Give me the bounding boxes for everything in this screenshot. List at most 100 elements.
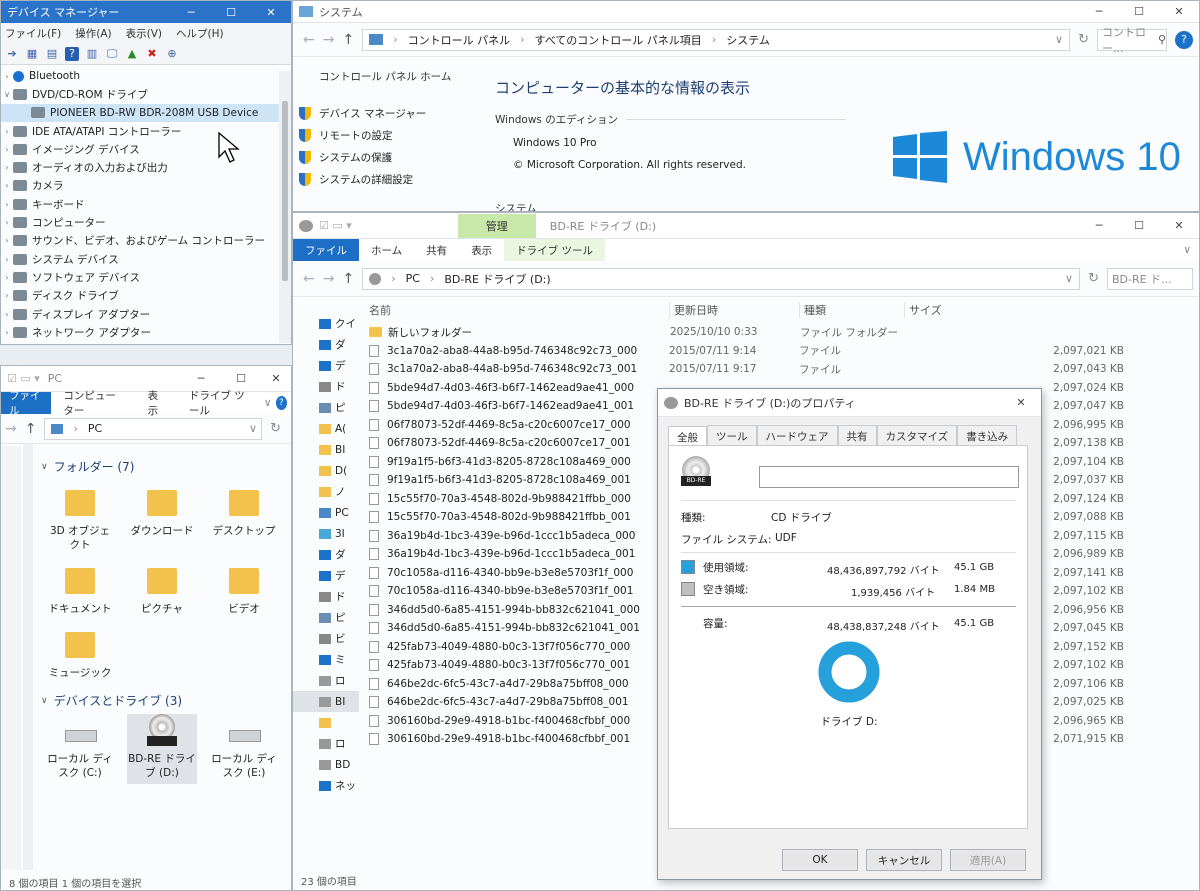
apply-button[interactable]: 適用(A) xyxy=(950,849,1026,871)
chevron-right-icon[interactable]: › xyxy=(1,72,13,81)
chevron-right-icon[interactable]: › xyxy=(1,255,13,264)
devices-group-header[interactable]: ∨ デバイスとドライブ (3) xyxy=(41,692,182,709)
breadcrumb-drive-d[interactable]: BD-RE ドライブ (D:) xyxy=(444,271,550,287)
chevron-down-icon[interactable]: ∨ xyxy=(1065,272,1073,285)
close-button[interactable]: ✕ xyxy=(251,6,291,19)
file-row[interactable]: 3c1a70a2-aba8-44a8-b95d-746348c92c73_001… xyxy=(369,360,1199,379)
folder-item[interactable]: ダウンロード xyxy=(127,486,197,538)
device-tree-node[interactable]: › イメージング デバイス xyxy=(1,140,291,158)
close-button[interactable]: ✕ xyxy=(1159,219,1199,232)
nav-pane-item[interactable]: ノ xyxy=(293,481,359,502)
help-icon[interactable]: ? xyxy=(65,46,79,61)
quick-access-toolbar-icon[interactable]: ☑ ▭ ▾ xyxy=(319,219,352,232)
nav-pane-item[interactable]: ロ xyxy=(293,733,359,754)
minimize-button[interactable]: ─ xyxy=(1079,219,1119,232)
file-row[interactable]: 3c1a70a2-aba8-44a8-b95d-746348c92c73_000… xyxy=(369,342,1199,361)
device-tree-node[interactable]: › オーディオの入力および出力 xyxy=(1,158,291,176)
device-tree-node[interactable]: › システム デバイス xyxy=(1,250,291,268)
column-date[interactable]: 更新日時 xyxy=(669,302,799,318)
device-tree-node[interactable]: ∨ DVD/CD-ROM ドライブ xyxy=(1,85,291,103)
device-tree-node[interactable]: › コンピューター xyxy=(1,213,291,231)
nav-pane-item[interactable]: クイ xyxy=(293,313,359,334)
chevron-right-icon[interactable]: › xyxy=(1,236,13,245)
device-tree-scrollbar[interactable] xyxy=(279,71,291,343)
monitor-icon[interactable]: 🖵 xyxy=(105,47,119,61)
tab-view[interactable]: 表示 xyxy=(136,390,177,417)
folder-item[interactable]: ドキュメント xyxy=(45,564,115,616)
download-icon[interactable]: ⊕ xyxy=(165,47,179,61)
nav-pane-item[interactable]: ド xyxy=(293,586,359,607)
properties-tab[interactable]: カスタマイズ xyxy=(876,425,958,447)
menu-file[interactable]: ファイル(F) xyxy=(5,26,61,41)
column-name[interactable]: 名前 xyxy=(369,302,669,318)
tab-view[interactable]: 表示 xyxy=(459,239,504,261)
device-tree-node[interactable]: PIONEER BD-RW BDR-208M USB Device xyxy=(1,103,291,122)
minimize-button[interactable]: ─ xyxy=(171,6,211,19)
tab-home[interactable]: ホーム xyxy=(359,239,414,261)
nav-pane-item[interactable]: PC xyxy=(293,502,359,523)
close-button[interactable]: ✕ xyxy=(1159,5,1199,18)
cancel-button[interactable]: キャンセル xyxy=(866,849,942,871)
uninstall-icon[interactable]: ✖ xyxy=(145,47,159,61)
explorer-d-address-box[interactable]: › PC › BD-RE ドライブ (D:) ∨ xyxy=(362,267,1081,290)
chevron-right-icon[interactable]: › xyxy=(1,273,13,282)
chevron-right-icon[interactable]: › xyxy=(1,163,13,172)
chevron-right-icon[interactable]: › xyxy=(1,328,13,337)
explorer-pc-address-box[interactable]: › PC ∨ xyxy=(44,417,263,440)
nav-pane-item[interactable]: ビ xyxy=(293,628,359,649)
nav-pane-item[interactable]: A( xyxy=(293,418,359,439)
device-tree-node[interactable]: › ネットワーク アダプター xyxy=(1,323,291,341)
system-sidebar-link[interactable]: システムの保護 xyxy=(299,146,451,168)
drive-item[interactable]: ローカル ディスク (C:) xyxy=(45,714,115,780)
volume-label-input[interactable] xyxy=(759,466,1019,488)
column-size[interactable]: サイズ xyxy=(904,302,984,318)
drive-item[interactable]: ローカル ディスク (E:) xyxy=(209,714,279,780)
nav-pane-item[interactable]: ド xyxy=(293,376,359,397)
tab-file[interactable]: ファイル xyxy=(293,239,359,261)
column-type[interactable]: 種類 xyxy=(799,302,904,318)
device-tree-node[interactable]: › ディスク ドライブ xyxy=(1,287,291,305)
explorer-d-search-box[interactable]: BD-RE ド... xyxy=(1107,267,1193,290)
nav-pane-item[interactable]: ダ xyxy=(293,544,359,565)
nav-pane-item[interactable]: ピ xyxy=(293,607,359,628)
device-tree-node[interactable]: › IDE ATA/ATAPI コントローラー xyxy=(1,122,291,140)
refresh-icon[interactable]: ↻ xyxy=(1078,32,1089,47)
chevron-right-icon[interactable]: › xyxy=(1,310,13,319)
system-sidebar-link[interactable]: リモートの設定 xyxy=(299,124,451,146)
view-icon[interactable]: ▤ xyxy=(45,47,59,61)
nav-pane-item[interactable] xyxy=(293,712,359,733)
refresh-icon[interactable]: ↻ xyxy=(270,421,281,436)
up-icon[interactable]: ↑ xyxy=(25,421,37,437)
back-icon[interactable]: ← xyxy=(303,271,315,287)
breadcrumb-pc[interactable]: PC xyxy=(88,422,102,435)
quick-access-toolbar-icon[interactable]: ☑ ▭ ▾ xyxy=(7,372,40,385)
tab-drive-tools[interactable]: ドライブ ツール xyxy=(177,390,264,417)
chevron-down-icon[interactable]: ∨ xyxy=(1,90,13,99)
device-tree-node[interactable]: › Bluetooth xyxy=(1,67,291,85)
system-sidebar-link[interactable]: システムの詳細設定 xyxy=(299,168,451,190)
maximize-button[interactable]: ☐ xyxy=(1119,5,1159,18)
folder-item[interactable]: デスクトップ xyxy=(209,486,279,538)
tab-computer[interactable]: コンピューター xyxy=(51,390,135,417)
folder-item[interactable]: ビデオ xyxy=(209,564,279,616)
device-tree-node[interactable]: › サウンド、ビデオ、およびゲーム コントローラー xyxy=(1,232,291,250)
refresh-icon[interactable]: ↻ xyxy=(1088,271,1099,286)
file-row[interactable]: 新しいフォルダー 2025/10/10 0:33 ファイル フォルダー xyxy=(369,323,1199,342)
forward-icon[interactable]: → xyxy=(323,271,335,287)
chevron-right-icon[interactable]: › xyxy=(1,200,13,209)
breadcrumb-control-panel[interactable]: コントロール パネル xyxy=(408,32,511,48)
tab-file[interactable]: ファイル xyxy=(1,390,52,417)
nav-pane-item[interactable]: ピ xyxy=(293,397,359,418)
ribbon-expand-icon[interactable]: ∨ xyxy=(1183,244,1191,256)
system-address-box[interactable]: › コントロール パネル › すべてのコントロール パネル項目 › システム ∨ xyxy=(362,28,1071,51)
manage-tab-header[interactable]: 管理 xyxy=(457,213,536,238)
tab-share[interactable]: 共有 xyxy=(414,239,459,261)
nav-pane-item[interactable]: BI xyxy=(293,691,359,712)
properties-tab[interactable]: 共有 xyxy=(837,425,877,447)
device-tree-node[interactable]: › キーボード xyxy=(1,195,291,213)
properties-tab[interactable]: ツール xyxy=(707,425,757,447)
minimize-button[interactable]: ─ xyxy=(181,372,221,385)
chevron-down-icon[interactable]: ∨ xyxy=(1055,33,1063,46)
up-icon[interactable]: ↑ xyxy=(342,32,354,48)
chevron-right-icon[interactable]: › xyxy=(1,291,13,300)
